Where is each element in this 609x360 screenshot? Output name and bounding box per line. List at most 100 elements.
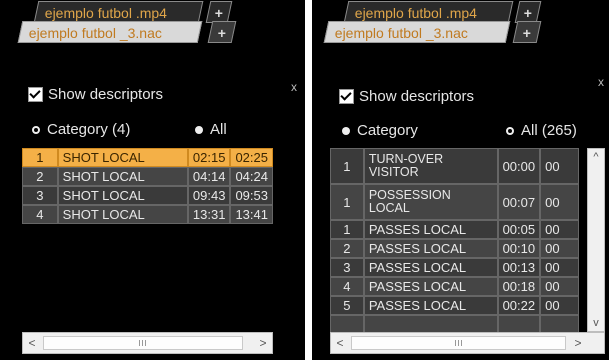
radio-all[interactable]: All [195,121,227,138]
row-number: 4 [330,277,364,296]
row-number: 1 [330,220,364,239]
radio-category-label: Category (4) [47,121,131,138]
row-descriptor: PASSES LOCAL [363,277,498,296]
scroll-left-arrow-icon[interactable]: < [23,333,41,353]
radio-category-label: Category [357,122,418,139]
row-number: 5 [330,296,364,315]
table-row[interactable]: 4 PASSES LOCAL 00:18 00 [330,277,579,296]
checkbox-checked-icon[interactable] [28,87,43,102]
row-number [330,315,364,332]
row-start-time: 00:22 [497,296,541,315]
row-descriptor: PASSES LOCAL [363,296,498,315]
table-row[interactable]: 3 PASSES LOCAL 00:13 00 [330,258,579,277]
plus-icon: + [217,25,226,41]
scroll-right-arrow-icon[interactable]: > [254,333,272,353]
row-start-time: 00:05 [497,220,541,239]
tab-nac-file[interactable]: ejemplo futbol _3.nac [17,21,203,43]
table-row[interactable]: 4 SHOT LOCAL 13:31 13:41 [22,205,273,224]
radio-category[interactable]: Category (4) [32,121,130,138]
add-tab-button[interactable]: + [514,1,542,23]
row-number: 2 [22,167,58,186]
scroll-right-arrow-icon[interactable]: > [569,333,587,353]
row-start-time [497,315,541,332]
row-end-time: 13:41 [230,205,273,224]
row-descriptor: PASSES LOCAL [363,220,498,239]
radio-all[interactable]: All (265) [506,122,577,139]
row-end-time: 02:25 [230,148,273,167]
scroll-down-arrow-icon[interactable]: v [588,315,604,331]
add-tab-button-2[interactable]: + [512,21,542,43]
row-end-time: 00 [540,239,579,258]
radio-all-label: All [210,121,227,138]
show-descriptors-checkbox[interactable]: Show descriptors [28,86,163,103]
row-start-time: 00:18 [497,277,541,296]
row-descriptor: TURN-OVER VISITOR [363,148,498,184]
row-number: 3 [330,258,364,277]
vertical-scrollbar[interactable]: ^ v [587,148,605,332]
table-row[interactable]: 1 SHOT LOCAL 02:15 02:25 [22,148,273,167]
radio-unselected-icon[interactable] [342,126,350,135]
table-row[interactable]: 5 PASSES LOCAL 00:22 00 [330,296,579,315]
scroll-up-arrow-icon[interactable]: ^ [588,149,604,165]
descriptor-table: 1 SHOT LOCAL 02:15 02:25 2 SHOT LOCAL 04… [22,148,273,224]
show-descriptors-label: Show descriptors [48,86,164,103]
row-descriptor: PASSES LOCAL [363,239,498,258]
row-number: 1 [330,184,364,220]
row-descriptor: SHOT LOCAL [57,167,188,186]
scroll-left-arrow-icon[interactable]: < [331,333,349,353]
table-row[interactable]: 1 TURN-OVER VISITOR 00:00 00 [330,148,579,184]
row-descriptor: PASSES LOCAL [363,258,498,277]
row-end-time: 00 [540,184,579,220]
add-tab-button-2[interactable]: + [207,21,237,43]
radio-all-label: All (265) [521,122,577,139]
checkbox-checked-icon[interactable] [339,89,354,104]
row-end-time: 00 [540,277,579,296]
radio-category[interactable]: Category [342,122,418,139]
row-descriptor [363,315,498,332]
scroll-thumb[interactable] [351,336,566,350]
add-tab-button[interactable]: + [205,1,233,23]
row-number: 3 [22,186,58,205]
horizontal-scrollbar[interactable]: < > [22,332,273,354]
row-end-time: 00 [540,220,579,239]
row-end-time: 09:53 [230,186,273,205]
left-panel: ejemplo futbol .mp4 + ejemplo futbol _3.… [0,0,305,360]
right-panel: ejemplo futbol .mp4 + ejemplo futbol _3.… [312,0,609,360]
close-icon[interactable]: x [291,80,297,94]
tab-nac-file[interactable]: ejemplo futbol _3.nac [323,21,511,43]
row-start-time: 00:10 [497,239,541,258]
tab-video[interactable]: ejemplo futbol .mp4 [343,1,514,23]
radio-selected-icon[interactable] [32,125,40,134]
grip-icon [454,340,463,346]
table-row[interactable] [330,315,579,332]
row-start-time: 02:15 [187,148,231,167]
radio-selected-icon[interactable] [506,126,514,135]
descriptor-table: 1 TURN-OVER VISITOR 00:00 00 1 POSSESSIO… [330,148,579,332]
row-number: 4 [22,205,58,224]
table-viewport: 1 TURN-OVER VISITOR 00:00 00 1 POSSESSIO… [330,148,579,332]
row-number: 2 [330,239,364,258]
row-start-time: 13:31 [187,205,231,224]
row-descriptor: SHOT LOCAL [57,148,188,167]
table-row[interactable]: 2 SHOT LOCAL 04:14 04:24 [22,167,273,186]
table-row[interactable]: 3 SHOT LOCAL 09:43 09:53 [22,186,273,205]
radio-unselected-icon[interactable] [195,125,203,134]
table-row[interactable]: 1 POSSESSION LOCAL 00:07 00 [330,184,579,220]
row-end-time [540,315,579,332]
row-end-time: 04:24 [230,167,273,186]
show-descriptors-label: Show descriptors [359,88,475,105]
table-row[interactable]: 2 PASSES LOCAL 00:10 00 [330,239,579,258]
row-start-time: 09:43 [187,186,231,205]
row-number: 1 [330,148,364,184]
tab-video[interactable]: ejemplo futbol .mp4 [33,1,204,23]
row-end-time: 00 [540,148,579,184]
tab-nac-label: ejemplo futbol _3.nac [28,25,162,41]
row-start-time: 00:07 [497,184,541,220]
scroll-thumb[interactable] [43,336,243,350]
row-descriptor: POSSESSION LOCAL [363,184,498,220]
row-descriptor: SHOT LOCAL [57,186,188,205]
horizontal-scrollbar[interactable]: < > [330,332,605,354]
close-icon[interactable]: x [598,75,604,89]
table-row[interactable]: 1 PASSES LOCAL 00:05 00 [330,220,579,239]
show-descriptors-checkbox[interactable]: Show descriptors [339,88,474,105]
